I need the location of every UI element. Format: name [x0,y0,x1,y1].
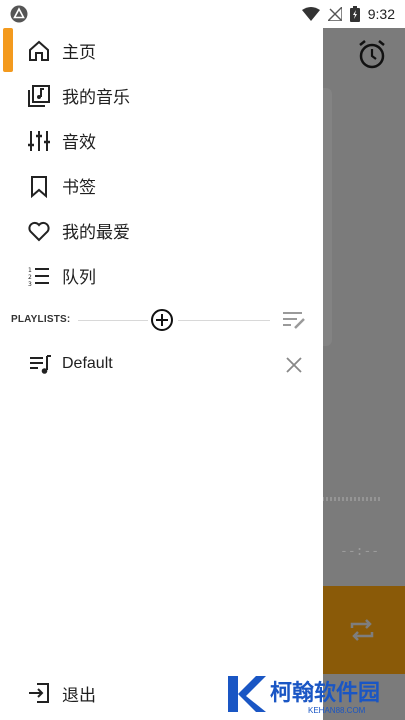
playlists-label: PLAYLISTS: [11,314,71,325]
exit-button[interactable]: 退出 [27,678,96,708]
app-notification-icon [10,5,28,23]
music-library-icon [28,84,50,107]
menu-item-label: 我的最爱 [62,223,130,243]
watermark-title: 柯翰软件园 [270,681,381,706]
menu-item-label: 音效 [62,133,96,153]
svg-text:1: 1 [28,267,32,274]
menu-item-label: 我的音乐 [62,88,130,108]
heart-icon [28,221,50,241]
svg-text:2: 2 [28,274,32,281]
menu-item-home[interactable]: 主页 [0,28,323,73]
navigation-drawer: 主页 我的音乐 音效 书签 我的最爱 123 队列 PLAYLISTS: Def… [0,28,323,720]
svg-text:3: 3 [28,281,32,288]
menu-item-my-music[interactable]: 我的音乐 [0,73,323,118]
repeat-icon [350,619,374,641]
alarm-clock-icon [359,40,385,69]
playlists-divider [78,320,148,321]
clock: 9:32 [367,6,395,22]
watermark-logo [228,676,266,712]
playlists-header: PLAYLISTS: [0,306,323,334]
playlists-divider [178,320,270,321]
close-icon[interactable] [284,355,304,375]
edit-playlists-icon[interactable] [282,310,306,330]
exit-label: 退出 [62,685,96,706]
no-signal-icon [327,7,342,21]
menu-item-sound-effects[interactable]: 音效 [0,118,323,163]
add-playlist-icon[interactable] [150,308,174,332]
drawer-menu: 主页 我的音乐 音效 书签 我的最爱 123 队列 [0,28,323,298]
playlist-item[interactable]: Default [0,350,323,380]
menu-item-label: 书签 [62,178,96,198]
exit-icon [29,683,49,703]
queue-icon: 123 [28,267,49,288]
background-progress [322,497,382,501]
playlist-icon [30,355,51,374]
home-icon [29,40,49,61]
watermark: 柯翰软件园 KEHAN88.COM [226,670,405,720]
menu-item-bookmarks[interactable]: 书签 [0,163,323,208]
menu-item-favorites[interactable]: 我的最爱 [0,208,323,253]
watermark-subtitle: KEHAN88.COM [308,706,366,715]
menu-item-label: 队列 [62,268,96,288]
menu-item-queue[interactable]: 123 队列 [0,253,323,298]
equalizer-icon [28,130,50,151]
bookmark-icon [31,175,47,198]
background-timer: --:-- [340,544,380,559]
menu-item-label: 主页 [62,43,96,63]
battery-icon [349,6,360,22]
wifi-icon [301,7,320,21]
playlist-label: Default [62,355,113,372]
status-bar: 9:32 [0,0,405,28]
